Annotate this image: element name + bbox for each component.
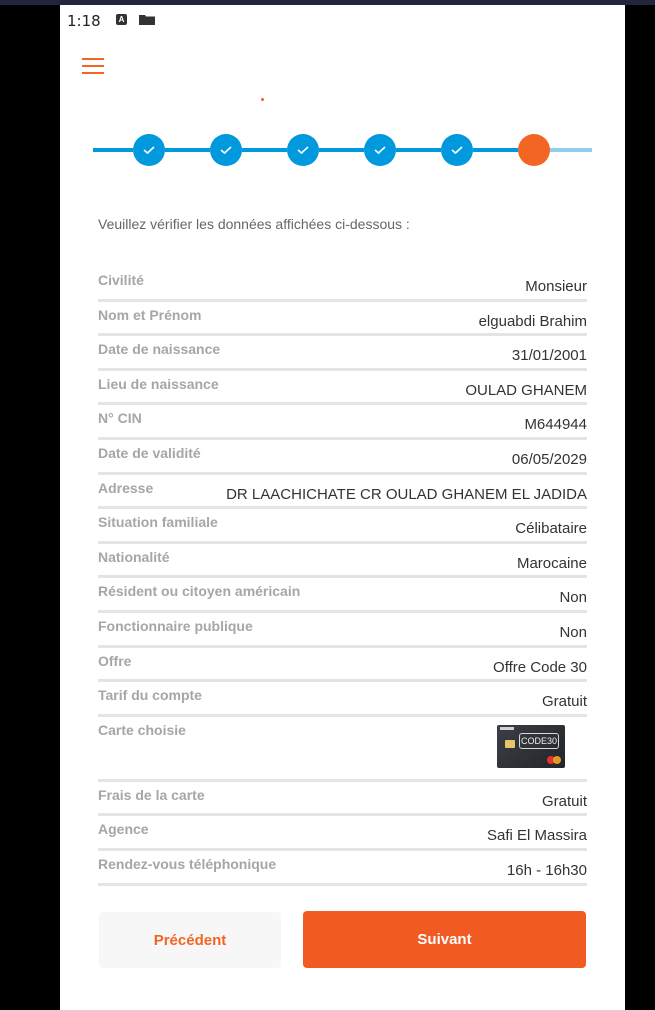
field-value: 16h - 16h30 bbox=[506, 861, 587, 879]
field-value: 06/05/2029 bbox=[511, 450, 587, 468]
field-label: Lieu de naissance bbox=[98, 375, 219, 392]
summary-list: Civilité Monsieur Nom et Prénom elguabdi… bbox=[98, 267, 587, 886]
row-lieu-naissance: Lieu de naissance OULAD GHANEM bbox=[98, 371, 587, 406]
status-bar: 1:18 A bbox=[60, 5, 625, 35]
intro-text: Veuillez vérifier les données affichées … bbox=[98, 216, 410, 232]
row-offre: Offre Offre Code 30 bbox=[98, 648, 587, 683]
field-value: Marocaine bbox=[516, 554, 587, 572]
card-logo: CODE30 bbox=[519, 732, 559, 749]
row-agence: Agence Safi El Massira bbox=[98, 816, 587, 851]
menu-icon[interactable] bbox=[82, 58, 104, 74]
check-icon bbox=[220, 146, 232, 155]
row-fonctionnaire: Fonctionnaire publique Non bbox=[98, 613, 587, 648]
field-value: Non bbox=[559, 623, 587, 641]
check-icon bbox=[451, 146, 463, 155]
step-5-done bbox=[441, 134, 473, 166]
field-value: M644944 bbox=[524, 416, 587, 434]
field-value: Safi El Massira bbox=[486, 827, 587, 845]
field-value: Célibataire bbox=[515, 520, 587, 538]
field-value: DR LAACHICHATE CR OULAD GHANEM EL JADIDA bbox=[226, 485, 587, 503]
field-value: Offre Code 30 bbox=[493, 658, 587, 676]
field-value: OULAD GHANEM bbox=[465, 381, 587, 399]
field-label: Nationalité bbox=[98, 548, 170, 565]
field-label: Nom et Prénom bbox=[98, 306, 202, 323]
field-label: Agence bbox=[98, 821, 149, 838]
field-label: Résident ou citoyen américain bbox=[98, 583, 301, 600]
bank-card-image: CODE30 bbox=[497, 724, 565, 768]
row-adresse: Adresse DR LAACHICHATE CR OULAD GHANEM E… bbox=[98, 475, 587, 510]
folder-icon bbox=[139, 15, 155, 25]
next-button[interactable]: Suivant bbox=[303, 911, 586, 968]
field-label: Civilité bbox=[98, 272, 144, 288]
row-situation-familiale: Situation familiale Célibataire bbox=[98, 509, 587, 544]
step-1-done bbox=[133, 134, 165, 166]
row-nom-prenom: Nom et Prénom elguabdi Brahim bbox=[98, 302, 587, 337]
field-label: Carte choisie bbox=[98, 721, 186, 738]
card-chip-icon bbox=[505, 739, 515, 748]
row-cin: N° CIN M644944 bbox=[98, 405, 587, 440]
row-date-naissance: Date de naissance 31/01/2001 bbox=[98, 336, 587, 371]
status-time: 1:18 bbox=[67, 12, 101, 30]
field-label: N° CIN bbox=[98, 410, 142, 427]
row-rendez-vous: Rendez-vous téléphonique 16h - 16h30 bbox=[98, 851, 587, 886]
field-value: Gratuit bbox=[541, 792, 587, 810]
check-icon bbox=[374, 146, 386, 155]
field-value: elguabdi Brahim bbox=[478, 312, 587, 330]
field-value: Monsieur bbox=[525, 278, 587, 295]
step-6-current bbox=[518, 134, 550, 166]
decorative-dot bbox=[261, 98, 264, 101]
field-label: Offre bbox=[98, 652, 132, 669]
row-frais-carte: Frais de la carte Gratuit bbox=[98, 782, 587, 817]
field-label: Date de validité bbox=[98, 444, 201, 461]
field-value: 31/01/2001 bbox=[511, 347, 587, 365]
check-icon bbox=[297, 146, 309, 155]
step-3-done bbox=[287, 134, 319, 166]
field-label: Situation familiale bbox=[98, 514, 218, 531]
field-label: Tarif du compte bbox=[98, 687, 202, 704]
row-date-validite: Date de validité 06/05/2029 bbox=[98, 440, 587, 475]
step-2-done bbox=[210, 134, 242, 166]
row-civilite: Civilité Monsieur bbox=[98, 267, 587, 302]
field-label: Frais de la carte bbox=[98, 786, 205, 803]
progress-stepper bbox=[93, 132, 593, 168]
step-4-done bbox=[364, 134, 396, 166]
row-tarif-compte: Tarif du compte Gratuit bbox=[98, 682, 587, 717]
row-nationalite: Nationalité Marocaine bbox=[98, 544, 587, 579]
field-value: Gratuit bbox=[541, 693, 587, 711]
field-label: Fonctionnaire publique bbox=[98, 617, 253, 634]
previous-button[interactable]: Précédent bbox=[99, 912, 281, 968]
field-label: Date de naissance bbox=[98, 341, 221, 358]
app-screen: 1:18 A Veuillez vérifier les données aff… bbox=[60, 5, 625, 1010]
field-label: Adresse bbox=[98, 479, 154, 496]
row-resident-americain: Résident ou citoyen américain Non bbox=[98, 578, 587, 613]
a-icon: A bbox=[116, 14, 127, 25]
row-carte-choisie: Carte choisie CODE30 bbox=[98, 717, 587, 782]
check-icon bbox=[143, 146, 155, 155]
field-label: Rendez-vous téléphonique bbox=[98, 855, 277, 872]
field-value: Non bbox=[559, 589, 587, 607]
